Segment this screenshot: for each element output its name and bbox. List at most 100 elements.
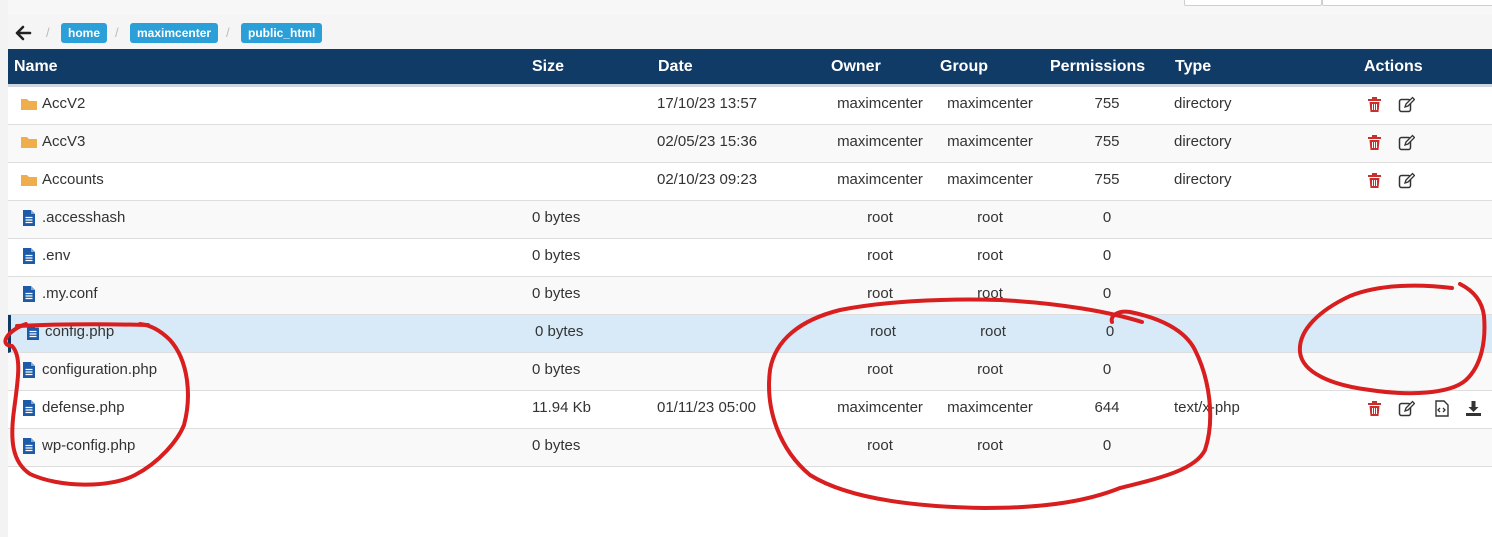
- file-icon: [24, 323, 42, 341]
- file-name[interactable]: AccV2: [42, 95, 85, 112]
- file-name[interactable]: Accounts: [42, 171, 104, 188]
- file-name[interactable]: .my.conf: [42, 285, 98, 302]
- file-group: root: [977, 361, 1003, 378]
- file-permissions: 0: [1102, 361, 1112, 378]
- file-permissions: 755: [1094, 133, 1120, 150]
- file-owner: root: [867, 361, 893, 378]
- table-row[interactable]: .accesshash 0 bytes root root 0: [8, 201, 1492, 239]
- table-row[interactable]: configuration.php 0 bytes root root 0: [8, 353, 1492, 391]
- file-owner: root: [867, 247, 893, 264]
- table-row[interactable]: defense.php 11.94 Kb 01/11/23 05:00 maximce…: [8, 391, 1492, 429]
- delete-icon[interactable]: [1366, 400, 1383, 417]
- file-size: 0 bytes: [532, 247, 581, 264]
- breadcrumb-separator: /: [115, 25, 119, 40]
- breadcrumb-separator: /: [46, 25, 50, 40]
- file-name[interactable]: config.php: [45, 323, 114, 340]
- file-size: 0 bytes: [535, 323, 584, 340]
- file-group: maximcenter: [947, 95, 1033, 112]
- edit-icon[interactable]: [1398, 172, 1416, 189]
- breadcrumb-public-html[interactable]: public_html: [241, 23, 323, 43]
- file-group: root: [977, 285, 1003, 302]
- header-owner[interactable]: Owner: [831, 58, 881, 76]
- file-size: 0 bytes: [532, 361, 581, 378]
- file-permissions: 0: [1102, 247, 1112, 264]
- toolbar-input-2[interactable]: [1322, 0, 1492, 6]
- table-footer-space: [8, 467, 1492, 537]
- breadcrumb-maximcenter[interactable]: maximcenter: [130, 23, 219, 43]
- table-row[interactable]: AccV3 02/05/23 15:36 maximcenter maximcente…: [8, 125, 1492, 163]
- code-icon[interactable]: [1433, 400, 1450, 417]
- file-name[interactable]: .env: [42, 247, 70, 264]
- file-group: root: [977, 437, 1003, 454]
- file-permissions: 755: [1094, 171, 1120, 188]
- header-actions: Actions: [1364, 58, 1423, 75]
- breadcrumb-home[interactable]: home: [61, 23, 108, 43]
- file-date: 01/11/23 05:00: [657, 399, 756, 416]
- edit-icon[interactable]: [1398, 134, 1416, 151]
- file-permissions: 0: [1102, 285, 1112, 302]
- file-owner: root: [870, 323, 896, 340]
- file-type: directory: [1174, 95, 1232, 112]
- file-group: root: [977, 209, 1003, 226]
- folder-icon: [20, 133, 38, 151]
- file-name[interactable]: AccV3: [42, 133, 85, 150]
- file-owner: root: [867, 209, 893, 226]
- file-icon: [20, 361, 38, 379]
- file-size: 11.94 Kb: [532, 399, 591, 416]
- table-row[interactable]: AccV2 17/10/23 13:57 maximcenter maximcente…: [8, 87, 1492, 125]
- file-icon: [20, 285, 38, 303]
- file-icon: [20, 399, 38, 417]
- table-row[interactable]: .my.conf 0 bytes root root 0: [8, 277, 1492, 315]
- file-icon: [20, 209, 38, 227]
- file-type: text/x-php: [1174, 399, 1240, 416]
- file-table-body: AccV2 17/10/23 13:57 maximcenter maximcente…: [8, 87, 1492, 467]
- file-owner: maximcenter: [837, 133, 923, 150]
- file-name[interactable]: defense.php: [42, 399, 125, 416]
- file-permissions: 644: [1094, 399, 1120, 416]
- file-size: 0 bytes: [532, 437, 581, 454]
- file-type: directory: [1174, 171, 1232, 188]
- header-permissions[interactable]: Permissions: [1050, 58, 1145, 76]
- file-name[interactable]: .accesshash: [42, 209, 125, 226]
- file-name[interactable]: wp-config.php: [42, 437, 135, 454]
- edit-icon[interactable]: [1398, 400, 1416, 417]
- delete-icon[interactable]: [1366, 134, 1383, 151]
- file-permissions: 755: [1094, 95, 1120, 112]
- file-size: 0 bytes: [532, 209, 581, 226]
- file-owner: root: [867, 437, 893, 454]
- header-date[interactable]: Date: [658, 58, 693, 76]
- table-row[interactable]: Accounts 02/10/23 09:23 maximcenter maximce…: [8, 163, 1492, 201]
- back-arrow-icon[interactable]: [14, 24, 32, 42]
- table-row[interactable]: wp-config.php 0 bytes root root 0: [8, 429, 1492, 467]
- table-row[interactable]: config.php 0 bytes root root 0: [8, 315, 1492, 353]
- file-icon: [20, 437, 38, 455]
- folder-icon: [20, 171, 38, 189]
- edit-icon[interactable]: [1398, 96, 1416, 113]
- file-name[interactable]: configuration.php: [42, 361, 157, 378]
- file-icon: [20, 247, 38, 265]
- header-group[interactable]: Group: [940, 58, 988, 76]
- table-header: Name Size Date Owner Group Permissions T…: [8, 49, 1492, 87]
- table-row[interactable]: .env 0 bytes root root 0: [8, 239, 1492, 277]
- file-group: root: [980, 323, 1006, 340]
- folder-icon: [20, 95, 38, 113]
- file-owner: maximcenter: [837, 95, 923, 112]
- file-date: 02/05/23 15:36: [657, 133, 758, 150]
- header-size[interactable]: Size: [532, 58, 564, 76]
- toolbar-input-1[interactable]: [1184, 0, 1322, 6]
- file-owner: maximcenter: [837, 399, 923, 416]
- file-group: maximcenter: [947, 133, 1033, 150]
- breadcrumb: [8, 15, 1492, 49]
- file-type: directory: [1174, 133, 1232, 150]
- file-date: 02/10/23 09:23: [657, 171, 758, 188]
- download-icon[interactable]: [1465, 400, 1482, 417]
- file-size: 0 bytes: [532, 285, 581, 302]
- file-group: maximcenter: [947, 171, 1033, 188]
- header-type[interactable]: Type: [1175, 58, 1211, 76]
- file-owner: root: [867, 285, 893, 302]
- top-toolbar: [8, 0, 1492, 15]
- delete-icon[interactable]: [1366, 172, 1383, 189]
- header-name[interactable]: Name: [14, 58, 58, 76]
- delete-icon[interactable]: [1366, 96, 1383, 113]
- file-group: root: [977, 247, 1003, 264]
